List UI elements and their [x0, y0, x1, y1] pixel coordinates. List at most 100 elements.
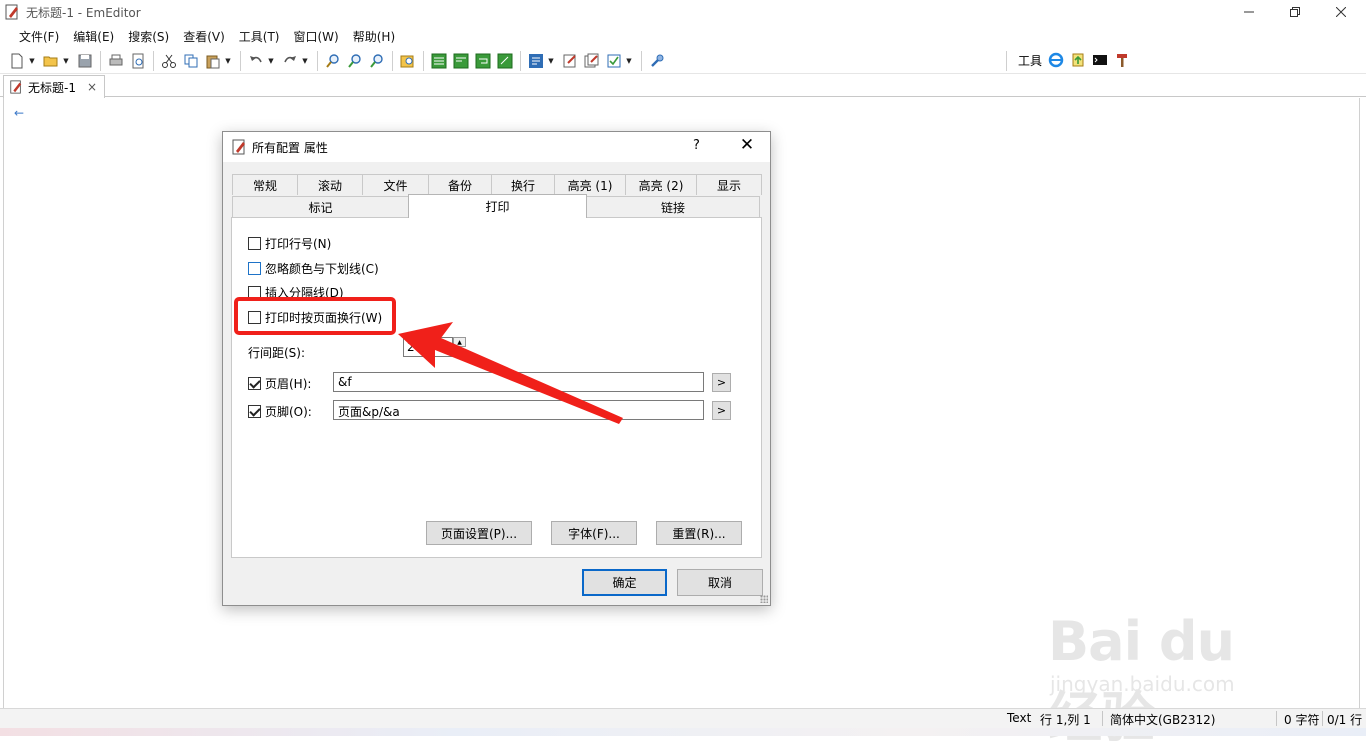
tab-marks[interactable]: 标记 [232, 196, 409, 217]
wrap-chars-button[interactable] [452, 52, 470, 70]
find-in-files-icon [400, 55, 414, 67]
print-preview-button[interactable] [129, 52, 147, 70]
taskbar-strip [0, 728, 1366, 736]
tab-wrap[interactable]: 换行 [491, 174, 555, 195]
wrap-page-button[interactable] [496, 52, 514, 70]
redo-button[interactable] [281, 52, 299, 70]
tab-general[interactable]: 常规 [232, 174, 298, 195]
print-line-numbers-checkbox[interactable] [248, 237, 261, 250]
menu-search[interactable]: 搜索(S) [121, 28, 176, 45]
cut-button[interactable] [160, 52, 178, 70]
close-window-button[interactable] [1318, 0, 1364, 24]
customize-button[interactable] [605, 52, 623, 70]
tool-upload-icon [1072, 53, 1084, 67]
command-prompt-button[interactable] [1091, 51, 1109, 69]
customize-dropdown-arrow[interactable]: ▼ [625, 52, 633, 70]
tab-row-1: 常规 滚动 文件 备份 换行 高亮 (1) 高亮 (2) 显示 [232, 174, 762, 195]
footer-checkbox[interactable] [248, 405, 261, 418]
font-button[interactable]: 字体(F)... [551, 521, 637, 545]
tools-toolbar: 工具 [1014, 51, 1133, 69]
page-setup-button[interactable]: 页面设置(P)... [426, 521, 532, 545]
ignore-colors-checkbox[interactable] [248, 262, 261, 275]
status-divider [1276, 711, 1277, 726]
status-position[interactable]: 行 1,列 1 [1040, 711, 1091, 728]
print-preview-icon [132, 53, 144, 68]
document-icon [10, 80, 22, 94]
help-button[interactable]: ? [693, 138, 700, 153]
tab-highlight-2[interactable]: 高亮 (2) [625, 174, 697, 195]
all-properties-button[interactable] [583, 52, 601, 70]
toolbar-separator [641, 50, 642, 71]
hammer-icon [1117, 54, 1128, 67]
tab-highlight-1[interactable]: 高亮 (1) [554, 174, 626, 195]
paste-dropdown-arrow[interactable]: ▼ [224, 52, 232, 70]
open-dropdown-arrow[interactable]: ▼ [62, 52, 70, 70]
open-file-button[interactable] [42, 52, 60, 70]
menu-edit[interactable]: 编辑(E) [66, 28, 121, 45]
tab-display[interactable]: 显示 [696, 174, 762, 195]
undo-button[interactable] [247, 52, 265, 70]
new-file-button[interactable] [8, 52, 26, 70]
document-tab[interactable]: 无标题-1 × [3, 75, 105, 98]
document-tab-strip: 无标题-1 × [0, 75, 1366, 98]
footer-label: 页脚(O): [265, 405, 312, 419]
menu-window[interactable]: 窗口(W) [287, 28, 346, 45]
find-in-files-button[interactable] [399, 52, 417, 70]
menu-view[interactable]: 查看(V) [176, 28, 232, 45]
menu-tools[interactable]: 工具(T) [232, 28, 287, 45]
tab-file[interactable]: 文件 [362, 174, 429, 195]
menu-file[interactable]: 文件(F) [12, 28, 66, 45]
hammer-tool-button[interactable] [1113, 51, 1131, 69]
status-mode[interactable]: Text [1007, 711, 1031, 725]
header-insert-button[interactable]: > [712, 373, 731, 392]
restore-button[interactable] [1272, 0, 1318, 24]
tab-scroll[interactable]: 滚动 [297, 174, 363, 195]
footer-option[interactable]: 页脚(O): [248, 403, 312, 420]
copy-button[interactable] [182, 52, 200, 70]
print-line-numbers-label: 打印行号(N) [265, 237, 332, 251]
properties-icon [563, 54, 576, 67]
minimize-button[interactable] [1226, 0, 1272, 24]
menu-help[interactable]: 帮助(H) [346, 28, 402, 45]
plugins-button[interactable] [648, 52, 666, 70]
configuration-icon [529, 53, 543, 68]
find-prev-button[interactable] [368, 52, 386, 70]
configuration-dropdown-arrow[interactable]: ▼ [547, 52, 555, 70]
header-checkbox[interactable] [248, 377, 261, 390]
paste-button[interactable] [204, 52, 222, 70]
footer-insert-button[interactable]: > [712, 401, 731, 420]
ignore-colors-option[interactable]: 忽略颜色与下划线(C) [248, 260, 379, 277]
browser-button[interactable] [1047, 51, 1065, 69]
header-option[interactable]: 页眉(H): [248, 375, 311, 392]
tab-backup[interactable]: 备份 [428, 174, 492, 195]
status-encoding[interactable]: 简体中文(GB2312) [1110, 711, 1215, 728]
wrap-window-button[interactable] [474, 52, 492, 70]
toolbar-separator [153, 50, 154, 71]
find-next-button[interactable] [346, 52, 364, 70]
status-divider [1322, 711, 1323, 726]
redo-dropdown-arrow[interactable]: ▼ [301, 52, 309, 70]
toolbar-separator [100, 50, 101, 71]
save-icon [78, 54, 92, 67]
print-line-numbers-option[interactable]: 打印行号(N) [248, 235, 331, 252]
find-button[interactable] [324, 52, 342, 70]
tab-links[interactable]: 链接 [586, 196, 760, 217]
tab-print[interactable]: 打印 [408, 194, 587, 218]
save-button[interactable] [76, 52, 94, 70]
document-tab-label: 无标题-1 [28, 80, 76, 95]
print-button[interactable] [107, 52, 125, 70]
close-tab-button[interactable]: × [87, 80, 97, 94]
undo-dropdown-arrow[interactable]: ▼ [267, 52, 275, 70]
new-dropdown-arrow[interactable]: ▼ [28, 52, 36, 70]
external-tool-button[interactable] [1069, 51, 1087, 69]
configuration-button[interactable] [527, 52, 545, 70]
ok-button[interactable]: 确定 [582, 569, 667, 596]
header-label: 页眉(H): [265, 377, 312, 391]
toolbar-separator [317, 50, 318, 71]
wrap-none-button[interactable] [430, 52, 448, 70]
resize-grip[interactable] [760, 595, 768, 603]
dialog-close-button[interactable]: ✕ [736, 135, 758, 155]
cancel-button[interactable]: 取消 [677, 569, 763, 596]
properties-button[interactable] [561, 52, 579, 70]
reset-button[interactable]: 重置(R)... [656, 521, 742, 545]
